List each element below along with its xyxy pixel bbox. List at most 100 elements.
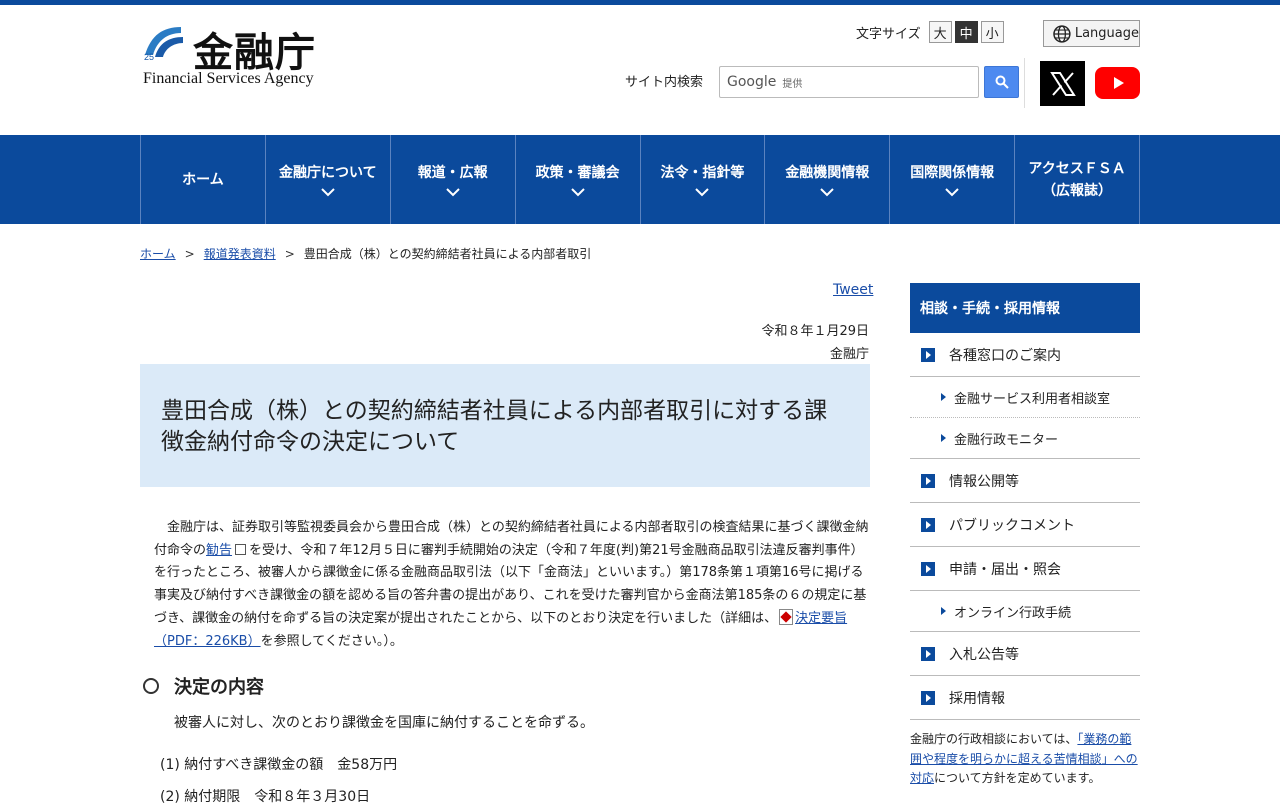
chevron-down-icon — [570, 188, 585, 197]
sidebar-subitem-consult[interactable]: 金融サービス利用者相談室 — [910, 377, 1140, 418]
arrow-square-icon — [921, 646, 935, 661]
body-text-3: を参照してください。）。 — [260, 633, 403, 649]
section-heading-text: 決定の内容 — [174, 677, 264, 698]
header-divider — [1024, 58, 1025, 108]
nav-policy-label: 政策・審議会 — [535, 165, 620, 181]
payment-deadline: (2) 納付期限 令和８年３月30日 — [160, 789, 371, 805]
nav-policy[interactable]: 政策・審議会 — [516, 135, 641, 224]
article-date-block: 令和８年１月29日 金融庁 — [761, 320, 869, 366]
sidebar-item-bid[interactable]: 入札公告等 — [910, 632, 1140, 676]
nav-home[interactable]: ホーム — [141, 135, 266, 224]
chevron-down-icon — [445, 188, 460, 197]
globe-icon — [1053, 24, 1071, 43]
site-logo[interactable]: 25 金融庁 Financial Services Agency — [141, 22, 341, 92]
nav-access-fsa-label: アクセスＦＳＡ — [1028, 160, 1126, 177]
tweet-link[interactable]: Tweet — [833, 282, 873, 298]
language-label: Language — [1074, 26, 1139, 41]
arrow-square-icon — [921, 690, 935, 705]
nav-home-label: ホーム — [182, 171, 224, 188]
font-size-label: 文字サイズ — [856, 26, 921, 42]
sidebar-item-recruit[interactable]: 採用情報 — [910, 676, 1140, 720]
breadcrumb-press-link[interactable]: 報道発表資料 — [204, 245, 276, 262]
chevron-down-icon — [820, 188, 835, 197]
sidebar-subitem-monitor[interactable]: 金融行政モニター — [910, 418, 1140, 459]
sidebar-heading: 相談・手続・採用情報 — [910, 283, 1140, 333]
sidebar-item-disclosure[interactable]: 情報公開等 — [910, 459, 1140, 503]
sidebar-subitem-online[interactable]: オンライン行政手続 — [910, 591, 1140, 632]
top-accent-bar — [0, 0, 1280, 5]
nav-press-label: 報道・広報 — [417, 165, 488, 181]
font-size-small-button[interactable]: 小 — [980, 21, 1004, 43]
site-search-input[interactable]: Google 提供 — [719, 66, 979, 98]
sidebar-note: 金融庁の行政相談においては、「業務の範囲や程度を明らかに超える苦情相談」への対応… — [910, 730, 1140, 789]
nav-access-fsa-sublabel: （広報誌） — [1042, 182, 1113, 199]
sidebar-item-label: 採用情報 — [949, 690, 1005, 707]
youtube-play-icon — [1113, 77, 1124, 89]
sidebar-item-label: パブリックコメント — [949, 517, 1075, 534]
triangle-bullet-icon — [941, 607, 946, 615]
nav-about[interactable]: 金融庁について — [266, 135, 391, 224]
nav-laws-label: 法令・指針等 — [660, 165, 745, 181]
svg-text:25: 25 — [144, 52, 154, 61]
penalty-amount: (1) 納付すべき課徴金の額 金58万円 — [160, 757, 398, 773]
breadcrumb-separator: > — [284, 246, 295, 261]
x-social-button[interactable] — [1040, 61, 1085, 106]
sidebar: 相談・手続・採用情報 各種窓口のご案内 金融サービス利用者相談室 金融行政モニタ… — [910, 283, 1140, 789]
page-title-box: 豊田合成（株）との契約締結者社員による内部者取引に対する課徴金納付命令の決定につ… — [140, 364, 870, 487]
sidebar-item-label: 情報公開等 — [949, 473, 1019, 490]
x-logo-icon — [1049, 71, 1076, 96]
font-size-medium-button[interactable]: 中 — [954, 21, 978, 43]
nav-institutions-label: 金融機関情報 — [785, 165, 870, 181]
section-heading: 決定の内容 — [143, 673, 264, 699]
sidebar-note-text-2: について方針を定めています。 — [934, 771, 1101, 785]
triangle-bullet-icon — [941, 393, 946, 401]
arrow-square-icon — [921, 347, 935, 362]
chevron-down-icon — [321, 188, 335, 197]
sidebar-item-window[interactable]: 各種窓口のご案内 — [910, 333, 1140, 377]
sidebar-subitem-label: オンライン行政手続 — [954, 605, 1072, 621]
font-size-switcher: 文字サイズ 大 中 小 — [856, 21, 1004, 43]
sidebar-note-text-1: 金融庁の行政相談においては、 — [910, 732, 1078, 746]
sidebar-subitem-label: 金融サービス利用者相談室 — [954, 391, 1111, 407]
site-search-label: サイト内検索 — [625, 75, 704, 90]
article-date: 令和８年１月29日 — [761, 324, 869, 339]
sidebar-item-label: 入札公告等 — [949, 646, 1019, 663]
pdf-icon — [779, 608, 794, 625]
search-button[interactable] — [984, 66, 1019, 98]
font-size-large-button[interactable]: 大 — [928, 21, 952, 43]
nav-international-label: 国際関係情報 — [910, 165, 995, 181]
chevron-down-icon — [945, 188, 959, 197]
youtube-social-button[interactable] — [1095, 67, 1140, 99]
sidebar-item-label: 申請・届出・照会 — [949, 561, 1061, 578]
page-title: 豊田合成（株）との契約締結者社員による内部者取引に対する課徴金納付命令の決定につ… — [161, 398, 828, 455]
global-nav: ホーム 金融庁について 報道・広報 政策・審議会 法令・指針等 金融機関情報 国… — [0, 135, 1280, 224]
sidebar-subitem-label: 金融行政モニター — [954, 432, 1059, 448]
circle-bullet-icon — [143, 678, 159, 694]
order-text: 被審人に対し、次のとおり課徴金を国庫に納付することを命ずる。 — [174, 715, 594, 731]
breadcrumb-separator: > — [184, 246, 195, 261]
chevron-down-icon — [695, 188, 710, 197]
sidebar-item-public-comment[interactable]: パブリックコメント — [910, 503, 1140, 547]
breadcrumb-home-link[interactable]: ホーム — [140, 245, 176, 262]
logo-english-text: Financial Services Agency — [143, 70, 314, 87]
triangle-bullet-icon — [941, 434, 946, 442]
search-powered-text: 提供 — [782, 78, 803, 90]
sidebar-item-label: 各種窓口のご案内 — [949, 347, 1061, 364]
sidebar-item-application[interactable]: 申請・届出・照会 — [910, 547, 1140, 591]
arrow-square-icon — [921, 473, 935, 488]
nav-international[interactable]: 国際関係情報 — [890, 135, 1016, 224]
google-brand-text: Google — [727, 74, 777, 90]
search-icon — [995, 75, 1009, 89]
article-agency: 金融庁 — [829, 347, 869, 362]
external-link-icon — [235, 543, 247, 555]
fsa-logo-mark-icon: 25 — [144, 27, 183, 61]
body-text-2: を受け、令和７年12月５日に審判手続開始の決定（令和７年度(判)第21号金融商品… — [154, 542, 867, 626]
nav-institutions[interactable]: 金融機関情報 — [765, 135, 891, 224]
breadcrumb: ホーム > 報道発表資料 > 豊田合成（株）との契約締結者社員による内部者取引 — [140, 245, 591, 262]
nav-press[interactable]: 報道・広報 — [391, 135, 516, 224]
nav-laws[interactable]: 法令・指針等 — [641, 135, 766, 224]
breadcrumb-current: 豊田合成（株）との契約締結者社員による内部者取引 — [303, 247, 592, 261]
language-button[interactable]: Language — [1043, 20, 1140, 47]
recommendation-link[interactable]: 勧告 — [206, 543, 232, 558]
nav-access-fsa[interactable]: アクセスＦＳＡ （広報誌） — [1015, 135, 1140, 224]
